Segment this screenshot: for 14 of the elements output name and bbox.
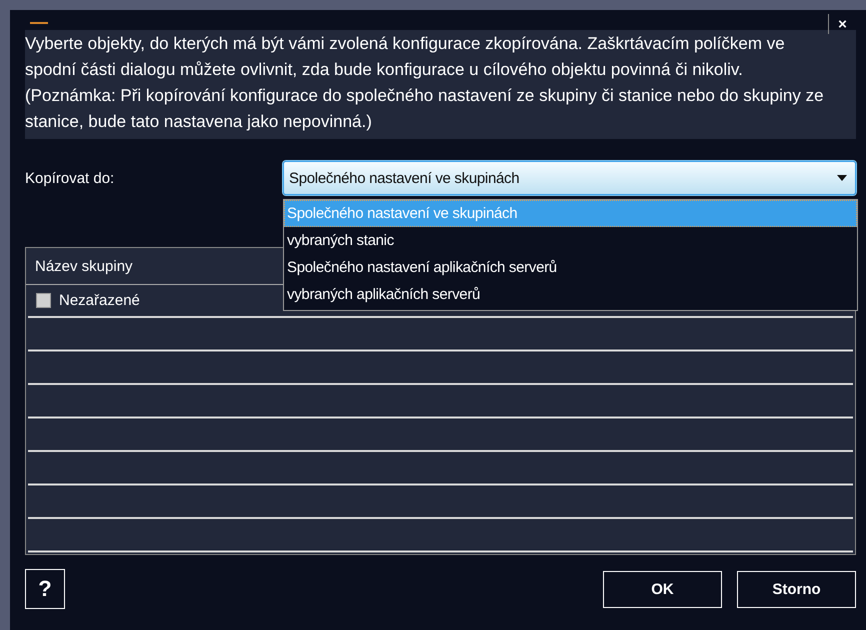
table-cell: Nezařazené xyxy=(59,292,140,309)
caret-icon xyxy=(837,175,847,181)
copy-to-label: Kopírovat do: xyxy=(25,169,116,187)
dropdown-option[interactable]: vybraných stanic xyxy=(284,227,857,254)
checkbox[interactable] xyxy=(36,293,51,308)
copy-to-dropdown[interactable]: Společného nastavení ve skupinách xyxy=(283,161,856,195)
dropdown-option[interactable]: vybraných aplikačních serverů xyxy=(284,281,857,308)
column-header[interactable]: Název skupiny xyxy=(35,258,133,274)
title-mark xyxy=(30,22,48,24)
description-text: Vyberte objekty, do kterých má být vámi zvolená konfigurace zkopírována. Zaškrtávacím políčkem ve spodní části dialogu můžete ovlivnit, zda bude konfigurace u cílového objektu povinná či nikoliv. (Poznámka: Při kopírování konfigurace do společného nastavení ze skupiny či stanice nebo do skupiny ze stanice, bude tato nastavena jako nepovinná.) xyxy=(25,30,856,139)
dropdown-option[interactable]: Společného nastavení aplikačních serverů xyxy=(284,254,857,281)
dialog-button[interactable]: OK xyxy=(603,570,722,608)
dialog-button[interactable]: Storno xyxy=(737,570,856,608)
help-button[interactable]: ? xyxy=(25,569,65,609)
